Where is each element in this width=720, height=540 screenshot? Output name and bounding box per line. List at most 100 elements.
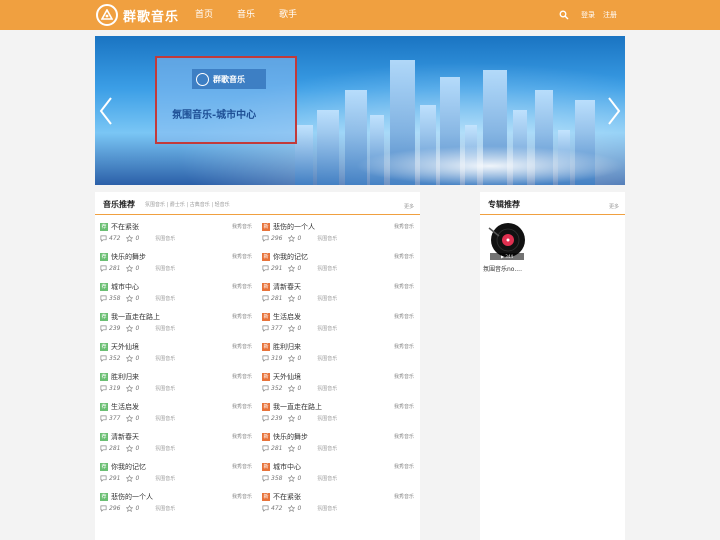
song-singer[interactable]: 我秀音乐 (394, 342, 416, 366)
song-title[interactable]: 胜利归来 (273, 342, 301, 352)
star-icon[interactable] (126, 265, 135, 272)
song-title[interactable]: 生活启发 (273, 312, 301, 322)
song-category[interactable]: 氛围音乐 (155, 355, 175, 362)
song-title[interactable]: 不在紧张 (273, 492, 301, 502)
register-link[interactable]: 注册 (603, 10, 617, 20)
star-icon[interactable] (288, 265, 297, 272)
song-category[interactable]: 氛围音乐 (317, 235, 337, 242)
song-singer[interactable]: 我秀音乐 (394, 312, 416, 336)
star-icon[interactable] (288, 505, 297, 512)
song-singer[interactable]: 我秀音乐 (232, 492, 254, 516)
song-category[interactable]: 氛围音乐 (317, 415, 337, 422)
song-title[interactable]: 你我的记忆 (273, 252, 308, 262)
star-icon[interactable] (288, 385, 297, 392)
song-singer[interactable]: 我秀音乐 (232, 432, 254, 456)
song-category[interactable]: 氛围音乐 (155, 415, 175, 422)
song-singer[interactable]: 我秀音乐 (232, 342, 254, 366)
song-title[interactable]: 城市中心 (273, 462, 301, 472)
song-item[interactable]: 荐胜利归来 我秀音乐 319 0 氛围音乐 (100, 370, 260, 400)
song-item[interactable]: 荐你我的记忆 我秀音乐 291 0 氛围音乐 (100, 460, 260, 490)
song-singer[interactable]: 我秀音乐 (232, 462, 254, 486)
song-category[interactable]: 氛围音乐 (317, 325, 337, 332)
song-title[interactable]: 清新春天 (111, 432, 139, 442)
nav-singer[interactable]: 歌手 (279, 0, 297, 30)
album-title[interactable]: 氛围音乐no.... (483, 264, 533, 273)
login-link[interactable]: 登录 (581, 10, 595, 20)
song-item[interactable]: 新生活启发 我秀音乐 377 0 氛围音乐 (262, 310, 422, 340)
album-cover[interactable]: ▶ 344 (485, 220, 527, 262)
song-category[interactable]: 氛围音乐 (155, 505, 175, 512)
chevron-left-icon[interactable] (99, 96, 113, 126)
song-singer[interactable]: 我秀音乐 (394, 402, 416, 426)
song-singer[interactable]: 我秀音乐 (232, 282, 254, 306)
star-icon[interactable] (288, 325, 297, 332)
song-category[interactable]: 氛围音乐 (155, 265, 175, 272)
song-title[interactable]: 天外仙境 (273, 372, 301, 382)
star-icon[interactable] (288, 295, 297, 302)
star-icon[interactable] (288, 235, 297, 242)
song-item[interactable]: 新城市中心 我秀音乐 358 0 氛围音乐 (262, 460, 422, 490)
song-singer[interactable]: 我秀音乐 (232, 222, 254, 246)
song-title[interactable]: 快乐的舞步 (273, 432, 308, 442)
song-item[interactable]: 新你我的记忆 我秀音乐 291 0 氛围音乐 (262, 250, 422, 280)
star-icon[interactable] (126, 385, 135, 392)
song-title[interactable]: 悲伤的一个人 (273, 222, 315, 232)
song-title[interactable]: 悲伤的一个人 (111, 492, 153, 502)
song-item[interactable]: 荐城市中心 我秀音乐 358 0 氛围音乐 (100, 280, 260, 310)
star-icon[interactable] (126, 445, 135, 452)
star-icon[interactable] (288, 445, 297, 452)
song-item[interactable]: 新天外仙境 我秀音乐 352 0 氛围音乐 (262, 370, 422, 400)
song-item[interactable]: 荐快乐的舞步 我秀音乐 281 0 氛围音乐 (100, 250, 260, 280)
song-singer[interactable]: 我秀音乐 (232, 372, 254, 396)
song-item[interactable]: 荐清新春天 我秀音乐 281 0 氛围音乐 (100, 430, 260, 460)
song-category[interactable]: 氛围音乐 (155, 445, 175, 452)
album-card[interactable]: ▶ 344 氛围音乐no.... (483, 220, 533, 273)
song-singer[interactable]: 我秀音乐 (232, 252, 254, 276)
song-category[interactable]: 氛围音乐 (317, 505, 337, 512)
song-singer[interactable]: 我秀音乐 (232, 402, 254, 426)
song-item[interactable]: 荐不在紧张 我秀音乐 472 0 氛围音乐 (100, 220, 260, 250)
song-title[interactable]: 生活启发 (111, 402, 139, 412)
star-icon[interactable] (288, 475, 297, 482)
song-singer[interactable]: 我秀音乐 (394, 282, 416, 306)
song-title[interactable]: 不在紧张 (111, 222, 139, 232)
song-item[interactable]: 荐悲伤的一个人 我秀音乐 296 0 氛围音乐 (100, 490, 260, 520)
search-icon[interactable] (559, 10, 569, 20)
song-category[interactable]: 氛围音乐 (155, 325, 175, 332)
song-singer[interactable]: 我秀音乐 (394, 372, 416, 396)
song-item[interactable]: 荐生活启发 我秀音乐 377 0 氛围音乐 (100, 400, 260, 430)
song-title[interactable]: 天外仙境 (111, 342, 139, 352)
song-item[interactable]: 荐我一直走在路上 我秀音乐 239 0 氛围音乐 (100, 310, 260, 340)
genre-tags[interactable]: 氛围音乐 | 爵士乐 | 古典音乐 | 轻音乐 (145, 201, 230, 208)
song-singer[interactable]: 我秀音乐 (394, 462, 416, 486)
song-category[interactable]: 氛围音乐 (317, 385, 337, 392)
star-icon[interactable] (288, 415, 297, 422)
song-category[interactable]: 氛围音乐 (155, 475, 175, 482)
song-item[interactable]: 新清新春天 我秀音乐 281 0 氛围音乐 (262, 280, 422, 310)
star-icon[interactable] (126, 475, 135, 482)
song-item[interactable]: 新快乐的舞步 我秀音乐 281 0 氛围音乐 (262, 430, 422, 460)
song-title[interactable]: 我一直走在路上 (111, 312, 160, 322)
song-category[interactable]: 氛围音乐 (155, 235, 175, 242)
song-item[interactable]: 新胜利归来 我秀音乐 319 0 氛围音乐 (262, 340, 422, 370)
song-item[interactable]: 荐天外仙境 我秀音乐 352 0 氛围音乐 (100, 340, 260, 370)
song-category[interactable]: 氛围音乐 (317, 445, 337, 452)
more-link[interactable]: 更多 (404, 203, 414, 210)
more-link[interactable]: 更多 (609, 203, 619, 210)
song-category[interactable]: 氛围音乐 (155, 385, 175, 392)
song-singer[interactable]: 我秀音乐 (394, 252, 416, 276)
song-category[interactable]: 氛围音乐 (155, 295, 175, 302)
song-item[interactable]: 新不在紧张 我秀音乐 472 0 氛围音乐 (262, 490, 422, 520)
song-title[interactable]: 清新春天 (273, 282, 301, 292)
song-item[interactable]: 新我一直走在路上 我秀音乐 239 0 氛围音乐 (262, 400, 422, 430)
song-title[interactable]: 我一直走在路上 (273, 402, 322, 412)
banner-carousel[interactable]: 群歌音乐 氛围音乐-城市中心 (95, 36, 625, 185)
nav-home[interactable]: 首页 (195, 0, 213, 30)
star-icon[interactable] (126, 235, 135, 242)
song-singer[interactable]: 我秀音乐 (394, 222, 416, 246)
star-icon[interactable] (126, 355, 135, 362)
song-category[interactable]: 氛围音乐 (317, 355, 337, 362)
song-title[interactable]: 胜利归来 (111, 372, 139, 382)
song-title[interactable]: 快乐的舞步 (111, 252, 146, 262)
star-icon[interactable] (288, 355, 297, 362)
